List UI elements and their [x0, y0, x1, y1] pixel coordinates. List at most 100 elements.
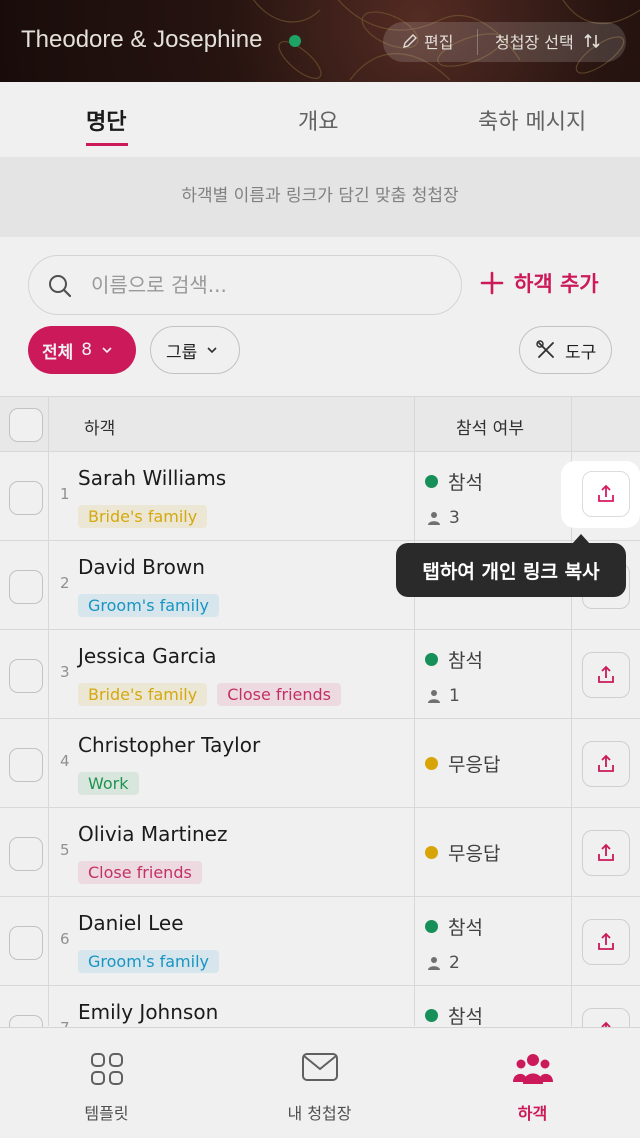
status-label: 무응답 [448, 754, 501, 776]
status-dot [425, 1009, 438, 1022]
envelope-icon [301, 1053, 338, 1081]
column-header-guest: 하객 [84, 419, 116, 439]
tag-work: Work [78, 772, 139, 795]
attendance-status: 무응답 [425, 839, 500, 866]
filter-group-label: 그룹 [166, 342, 198, 363]
row-checkbox[interactable] [9, 748, 43, 782]
tools-button[interactable]: 도구 [519, 326, 612, 374]
nav-guests[interactable]: 하객 [426, 1028, 639, 1138]
row-number: 2 [60, 574, 70, 592]
table-row[interactable]: 4 Christopher Taylor Work 무응답 [0, 719, 640, 808]
column-header-attendance: 참석 여부 [456, 419, 524, 439]
banner-text: 하객별 이름과 링크가 담긴 맞춤 청첩장 [181, 186, 459, 206]
share-link-button[interactable] [582, 919, 630, 965]
table-row[interactable]: 6 Daniel Lee Groom's family 참석 2 [0, 897, 640, 986]
share-link-button[interactable] [582, 830, 630, 876]
tab-list[interactable]: 명단 [86, 104, 126, 136]
copy-link-tooltip: 탭하여 개인 링크 복사 [396, 534, 626, 597]
guest-name: Emily Johnson [78, 1000, 219, 1024]
guest-name: Daniel Lee [78, 911, 184, 935]
row-checkbox[interactable] [9, 837, 43, 871]
column-divider [48, 396, 49, 1026]
share-icon [598, 754, 614, 772]
nav-my-invitations[interactable]: 내 청첩장 [213, 1028, 426, 1138]
tag-grooms-family: Groom's family [78, 950, 219, 973]
search-box [28, 255, 462, 315]
divider [477, 29, 478, 55]
status-dot [425, 475, 438, 488]
tag-brides-family: Bride's family [78, 505, 208, 528]
row-number: 6 [60, 930, 70, 948]
share-link-button[interactable] [582, 471, 630, 517]
tag-brides-family: Bride's family [78, 683, 208, 706]
tab-overview[interactable]: 개요 [298, 104, 338, 136]
row-checkbox[interactable] [9, 570, 43, 604]
tag-grooms-family: Groom's family [78, 594, 219, 617]
select-invitation-button[interactable]: 청첩장 선택 [495, 29, 602, 53]
status-label: 참석 [448, 1006, 483, 1028]
row-checkbox[interactable] [9, 481, 43, 515]
add-guest-button[interactable]: 하객 추가 [480, 268, 599, 298]
party-size: 3 [427, 508, 460, 528]
nav-label: 내 청첩장 [287, 1104, 352, 1123]
active-tab-indicator [86, 143, 128, 146]
bottom-navigation: 템플릿 내 청첩장 하객 [0, 1027, 640, 1138]
app-header: Theodore & Josephine 편집 청첩장 선택 [0, 0, 640, 82]
row-number: 3 [60, 663, 70, 681]
tag-close-friends: Close friends [217, 683, 342, 706]
status-label: 참석 [448, 917, 483, 939]
row-number: 4 [60, 752, 70, 770]
edit-button[interactable]: 편집 [402, 29, 453, 53]
people-icon [512, 1054, 553, 1084]
select-invitation-label: 청첩장 선택 [495, 33, 574, 52]
grid-icon [90, 1053, 123, 1085]
select-all-checkbox[interactable] [9, 408, 43, 442]
attendance-status: 무응답 [425, 750, 500, 777]
table-row[interactable]: 5 Olivia Martinez Close friends 무응답 [0, 808, 640, 897]
share-link-button[interactable] [582, 652, 630, 698]
status-label: 참석 [448, 472, 483, 494]
status-dot [425, 920, 438, 933]
share-icon [598, 843, 614, 861]
person-icon [428, 512, 440, 525]
sort-arrows-icon [584, 33, 600, 49]
couple-title: Theodore & Josephine [21, 26, 263, 53]
table-header: 하객 참석 여부 [0, 396, 640, 452]
share-icon [598, 484, 614, 502]
row-checkbox[interactable] [9, 659, 43, 693]
share-icon [598, 932, 614, 950]
column-divider [414, 396, 415, 1026]
tab-messages[interactable]: 축하 메시지 [478, 104, 586, 136]
filter-group-chip[interactable]: 그룹 [150, 326, 240, 374]
tag-close-friends: Close friends [78, 861, 202, 884]
nav-templates[interactable]: 템플릿 [0, 1028, 213, 1138]
chevron-down-icon [102, 347, 112, 354]
status-label: 무응답 [448, 843, 501, 865]
row-number: 5 [60, 841, 70, 859]
add-guest-label: 하객 추가 [514, 272, 599, 296]
edit-label: 편집 [424, 33, 454, 52]
table-row[interactable]: 3 Jessica Garcia Bride's family Close fr… [0, 630, 640, 719]
guest-name: Jessica Garcia [78, 644, 217, 668]
filter-all-chip[interactable]: 전체 8 [28, 326, 136, 374]
person-icon [428, 690, 440, 703]
share-link-button[interactable] [582, 741, 630, 787]
filter-all-label: 전체 [42, 342, 74, 363]
attendance-status: 참석 [425, 646, 483, 673]
tab-bar: 명단 개요 축하 메시지 [0, 82, 640, 157]
guest-name: Sarah Williams [78, 466, 227, 490]
party-size: 1 [427, 686, 460, 706]
attendance-status: 참석 [425, 913, 483, 940]
party-count: 2 [449, 953, 460, 973]
status-dot [425, 653, 438, 666]
info-banner: 하객별 이름과 링크가 담긴 맞춤 청첩장 [0, 157, 640, 237]
status-label: 참석 [448, 650, 483, 672]
nav-label: 템플릿 [84, 1104, 129, 1123]
highlighted-share-area [561, 461, 640, 528]
row-checkbox[interactable] [9, 926, 43, 960]
search-input[interactable] [91, 256, 441, 313]
guest-name: Olivia Martinez [78, 822, 228, 846]
nav-label: 하객 [517, 1104, 548, 1123]
table-row[interactable]: 1 Sarah Williams Bride's family 참석 3 [0, 452, 640, 541]
person-icon [428, 957, 440, 970]
